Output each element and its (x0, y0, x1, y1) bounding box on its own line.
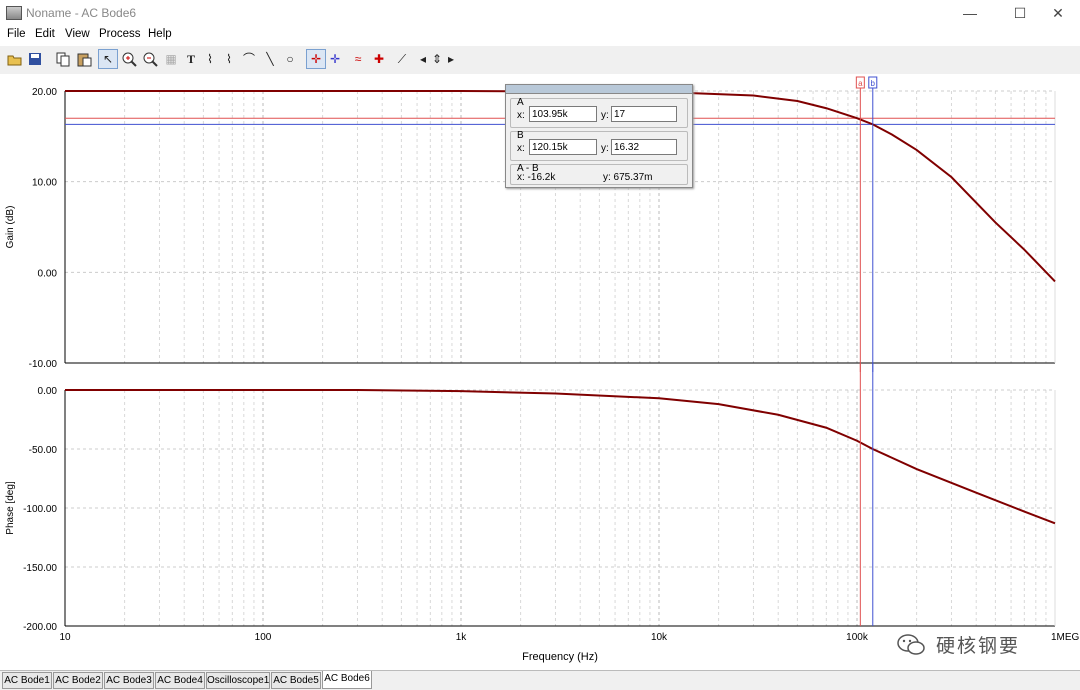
menu-view[interactable]: View (65, 28, 90, 40)
minimize-button[interactable]: — (948, 2, 992, 24)
watermark-text: 硬核钢要 (936, 631, 1020, 658)
cursor-b-label: B (517, 130, 524, 141)
pointer-icon[interactable]: ↖ (98, 49, 118, 69)
app-icon (6, 6, 22, 20)
cursor-a-x-field[interactable]: 103.95k (529, 106, 597, 122)
label3-icon[interactable]: ⌒ (240, 50, 258, 68)
marker-icon[interactable]: ✚ (370, 50, 388, 68)
text-icon[interactable]: T (182, 50, 200, 68)
cursor-a-marker-label: a (858, 79, 863, 88)
close-button[interactable]: ✕ (1036, 2, 1080, 24)
cursor-readout-panel: A x: 103.95k y: 17 B x: 120.15k y: 16.32… (505, 84, 693, 188)
right-arrow-icon[interactable]: ▸ (442, 50, 460, 68)
y-tick-label: -50.00 (29, 445, 58, 456)
copy-icon[interactable] (54, 50, 72, 68)
cursor-b-x-field[interactable]: 120.15k (529, 139, 597, 155)
x-tick-label: 10 (59, 632, 71, 643)
x-tick-label: 1k (456, 632, 468, 643)
y-tick-label: 20.00 (32, 87, 57, 98)
cursor-a-x-label: x: (517, 110, 525, 121)
menu-process[interactable]: Process (99, 28, 141, 40)
ellipse-icon[interactable]: ○ (281, 50, 299, 68)
menu-help[interactable]: Help (148, 28, 172, 40)
tab-strip: AC Bode1 AC Bode2 AC Bode3 AC Bode4 Osci… (0, 670, 1080, 690)
x-tick-label: 100 (255, 632, 272, 643)
panel-caption[interactable] (506, 85, 692, 94)
tab-oscilloscope1[interactable]: Oscilloscope1 (206, 672, 270, 689)
y-axis-label: Gain (dB) (5, 206, 16, 249)
y-tick-label: -100.00 (23, 504, 57, 515)
cursor-b-x-label: x: (517, 143, 525, 154)
cursor-b-group: B x: 120.15k y: 16.32 (510, 131, 688, 161)
tab-ac-bode6[interactable]: AC Bode6 (322, 671, 372, 689)
y-tick-label: 10.00 (32, 178, 57, 189)
grid-icon[interactable]: ▦ (162, 50, 180, 68)
y-tick-label: 0.00 (38, 386, 58, 397)
x-tick-label: 1MEG (1051, 632, 1080, 643)
wave-icon[interactable]: ≈ (349, 50, 367, 68)
cursor-diff-group: A - B x: -16.2k y: 675.37m (510, 164, 688, 185)
line-icon[interactable]: ╲ (261, 50, 279, 68)
series-line (65, 390, 1055, 523)
menu-file[interactable]: File (7, 28, 26, 40)
open-icon[interactable] (6, 50, 24, 68)
save-icon[interactable] (26, 50, 44, 68)
tab-ac-bode5[interactable]: AC Bode5 (271, 672, 321, 689)
cursor-a-icon[interactable]: ✛ (306, 49, 326, 69)
cursor-b-y-field[interactable]: 16.32 (611, 139, 677, 155)
slope-icon[interactable]: ⟋ (393, 50, 411, 68)
wechat-icon (896, 632, 926, 658)
cursor-b-marker-label: b (871, 79, 876, 88)
y-tick-label: -150.00 (23, 563, 57, 574)
paste-icon[interactable] (75, 50, 93, 68)
tab-ac-bode1[interactable]: AC Bode1 (2, 672, 52, 689)
y-tick-label: -200.00 (23, 622, 57, 633)
label-icon[interactable]: ⌇ (201, 50, 219, 68)
toolbar: ↖ ▦ T ⌇ ⌇ ⌒ ╲ ○ ✛ ✛ ≈ ✚ ⟋ ◂ ⇕ ▸ (0, 46, 1080, 75)
x-axis-label: Frequency (Hz) (522, 651, 598, 663)
zoom-out-icon[interactable] (141, 50, 159, 68)
label2-icon[interactable]: ⌇ (220, 50, 238, 68)
y-tick-label: -10.00 (29, 359, 58, 370)
plot-area[interactable]: 20.00 10.00 0.00 -10.00 Gain (dB) ab 0.00 -50.0… (0, 74, 1080, 670)
cursor-a-group: A x: 103.95k y: 17 (510, 98, 688, 128)
tab-ac-bode2[interactable]: AC Bode2 (53, 672, 103, 689)
x-tick-label: 100k (846, 632, 869, 643)
cursor-a-y-label: y: (601, 110, 609, 121)
title-bar: Noname - AC Bode6 — ☐ ✕ (0, 0, 1080, 26)
cursor-diff-x: x: -16.2k (517, 172, 555, 183)
cursor-diff-y: y: 675.37m (603, 172, 652, 183)
y-tick-label: 0.00 (38, 268, 58, 279)
y-axis-label: Phase [deg] (5, 481, 16, 535)
cursor-a-y-field[interactable]: 17 (611, 106, 677, 122)
menu-bar: File Edit View Process Help (0, 26, 1080, 46)
x-tick-label: 10k (651, 632, 668, 643)
tab-ac-bode4[interactable]: AC Bode4 (155, 672, 205, 689)
cursor-b-icon[interactable]: ✛ (326, 50, 344, 68)
menu-edit[interactable]: Edit (35, 28, 55, 40)
tab-ac-bode3[interactable]: AC Bode3 (104, 672, 154, 689)
cursor-b-y-label: y: (601, 143, 609, 154)
cursor-a-label: A (517, 97, 524, 108)
zoom-in-icon[interactable] (120, 50, 138, 68)
window-title: Noname - AC Bode6 (26, 6, 136, 20)
